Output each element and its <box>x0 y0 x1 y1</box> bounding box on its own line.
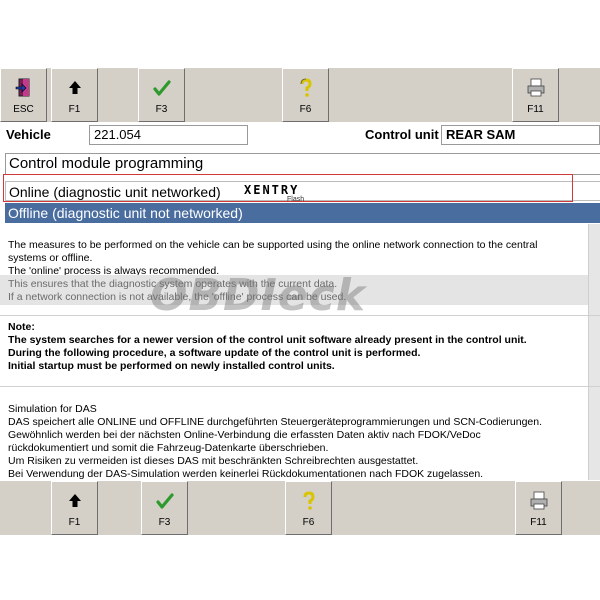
vehicle-label: Vehicle <box>6 127 51 142</box>
divider <box>0 386 600 387</box>
info-row: Vehicle 221.054 Control unit REAR SAM <box>0 124 600 146</box>
f11-button[interactable]: F11 <box>515 481 562 535</box>
option-offline[interactable]: Offline (diagnostic unit not networked) <box>5 203 600 223</box>
control-unit-label: Control unit <box>365 127 439 142</box>
arrow-up-icon <box>52 77 97 99</box>
esc-button[interactable]: ESC <box>0 68 47 122</box>
f3-button[interactable]: F3 <box>141 481 188 535</box>
exit-door-icon <box>1 77 46 99</box>
f1-button[interactable]: F1 <box>51 481 98 535</box>
note-block: Note: The system searches for a newer ve… <box>8 321 527 372</box>
help-question-icon <box>283 77 328 99</box>
checkmark-icon <box>142 490 187 512</box>
watermark-logo: OBDIeck <box>150 270 367 321</box>
scrollbar[interactable] <box>588 224 600 480</box>
bottom-toolbar: F1 F3 F6 F11 <box>0 481 600 535</box>
f6-button[interactable]: F6 <box>285 481 332 535</box>
arrow-up-icon <box>52 490 97 512</box>
divider <box>0 315 600 316</box>
f3-button[interactable]: F3 <box>138 68 185 122</box>
simulation-block: Simulation for DAS DAS speichert alle ON… <box>8 403 543 480</box>
control-unit-field: REAR SAM <box>441 125 600 145</box>
f11-button[interactable]: F11 <box>512 68 559 122</box>
printer-icon <box>516 490 561 512</box>
top-toolbar: ESC F1 F3 F6 F11 <box>0 68 600 122</box>
printer-icon <box>513 77 558 99</box>
vehicle-field: 221.054 <box>89 125 248 145</box>
f1-button[interactable]: F1 <box>51 68 98 122</box>
checkmark-icon <box>139 77 184 99</box>
help-question-icon <box>286 490 331 512</box>
page-title: Control module programming <box>5 153 600 175</box>
f6-button[interactable]: F6 <box>282 68 329 122</box>
highlight-frame <box>3 174 573 202</box>
